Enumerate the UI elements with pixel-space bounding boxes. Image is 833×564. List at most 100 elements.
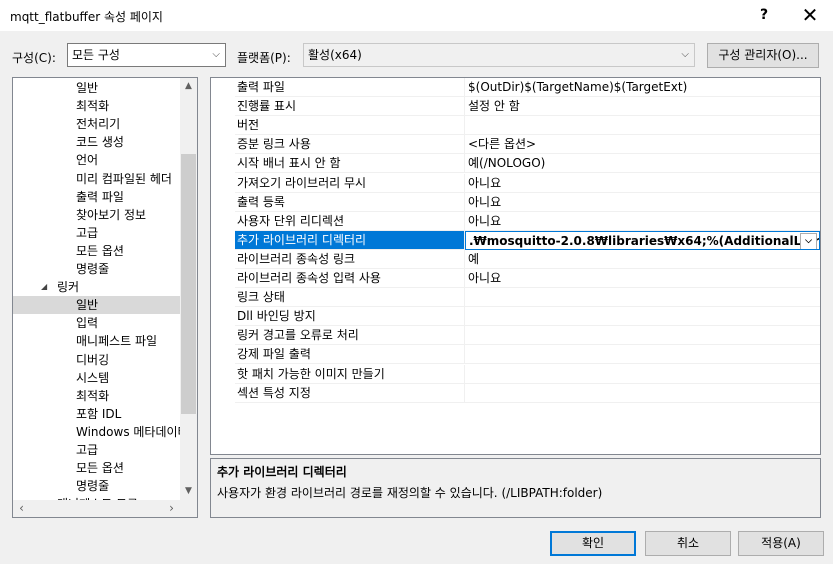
property-row[interactable]: 출력 파일 $(OutDir)$(TargetName)$(TargetExt) xyxy=(211,78,820,97)
tree-item[interactable]: 시스템 xyxy=(13,369,180,387)
tree-item[interactable]: 매니페스트 파일 xyxy=(13,332,180,350)
property-row[interactable]: 링커 경고를 오류로 처리 xyxy=(211,326,820,346)
property-name: 핫 패치 가능한 이미지 만들기 xyxy=(235,364,465,384)
property-row[interactable]: 증분 링크 사용 <다른 옵션> xyxy=(211,135,820,155)
property-value[interactable]: 설정 안 함 xyxy=(465,97,820,117)
property-tree[interactable]: 일반 최적화 전처리기 코드 생성 언어 미리 컴파일된 헤더 출력 파일 찾아보기 정보 고급… xyxy=(12,77,198,518)
tree-horizontal-scrollbar[interactable]: ‹ › xyxy=(13,500,197,517)
scroll-left-icon[interactable]: ‹ xyxy=(13,500,30,517)
tree-item-label: Windows 메타데이터 xyxy=(76,424,180,439)
help-button[interactable]: ? xyxy=(752,2,776,28)
tree-item[interactable]: 명령줄 xyxy=(13,477,180,495)
property-row[interactable]: Dll 바인딩 방지 xyxy=(211,307,820,327)
config-manager-button[interactable]: 구성 관리자(O)... xyxy=(707,43,819,68)
property-row[interactable]: 링크 상태 xyxy=(211,288,820,308)
tree-item[interactable]: 디버깅 xyxy=(13,351,180,369)
property-value[interactable] xyxy=(465,365,820,384)
tree-item[interactable]: 입력 xyxy=(13,314,180,332)
tree-vertical-scrollbar[interactable]: ▲ ▼ xyxy=(180,78,197,500)
tree-item[interactable]: 일반 xyxy=(13,296,180,315)
chevron-down-icon: ⌵ xyxy=(212,49,220,60)
property-row[interactable]: 라이브러리 종속성 입력 사용 아니요 xyxy=(211,269,820,288)
property-value[interactable] xyxy=(465,326,820,346)
ok-button[interactable]: 확인 xyxy=(550,531,636,556)
property-value[interactable] xyxy=(465,384,820,403)
close-button[interactable]: ✕ xyxy=(790,2,830,28)
tree-item[interactable]: 출력 파일 xyxy=(13,188,180,206)
tree-item-label: 고급 xyxy=(76,225,99,240)
tree-item[interactable]: 포함 IDL xyxy=(13,405,180,423)
platform-select[interactable]: 활성(x64) ⌵ xyxy=(303,43,695,67)
tree-item[interactable]: 최적화 xyxy=(13,97,180,115)
property-value-text: 아니요 xyxy=(468,213,502,228)
property-value[interactable] xyxy=(465,288,820,308)
tree-item[interactable]: 최적화 xyxy=(13,387,180,405)
scroll-down-icon[interactable]: ▼ xyxy=(180,483,197,500)
tree-item[interactable]: 미리 컴파일된 헤더 xyxy=(13,170,180,188)
tree-item[interactable]: 언어 xyxy=(13,151,180,169)
tree-item[interactable]: 찾아보기 정보 xyxy=(13,206,180,224)
property-value[interactable]: 아니요 xyxy=(465,193,820,212)
property-name: 라이브러리 종속성 링크 xyxy=(235,249,465,269)
tree-item-label: 시스템 xyxy=(76,370,110,385)
property-value-text: <다른 옵션> xyxy=(468,137,537,152)
property-row[interactable]: 강제 파일 출력 xyxy=(211,345,820,365)
property-value[interactable] xyxy=(465,345,820,365)
property-value[interactable] xyxy=(465,307,820,327)
chevron-down-icon: ⌵ xyxy=(681,49,689,60)
property-name: 사용자 단위 리디렉션 xyxy=(235,211,465,231)
property-name: 시작 배너 표시 안 함 xyxy=(235,154,465,174)
scroll-right-icon[interactable]: › xyxy=(163,500,180,517)
tree-item[interactable]: 전처리기 xyxy=(13,115,180,133)
tree-item-label: 링커 xyxy=(57,280,80,295)
tree-item-label: 전처리기 xyxy=(76,117,121,132)
property-value[interactable]: 예(/NOLOGO) xyxy=(465,154,820,174)
tree-item[interactable]: Windows 메타데이터 xyxy=(13,423,180,441)
apply-button[interactable]: 적용(A) xyxy=(738,531,824,556)
property-value[interactable]: 아니요 xyxy=(465,174,820,193)
property-row[interactable]: 진행률 표시 설정 안 함 xyxy=(211,97,820,117)
tree-item-label: 매니페스트 파일 xyxy=(76,334,158,349)
property-row[interactable]: 라이브러리 종속성 링크 예 xyxy=(211,249,820,269)
cancel-button[interactable]: 취소 xyxy=(645,531,731,556)
tree-item[interactable]: 코드 생성 xyxy=(13,133,180,151)
property-row[interactable]: 시작 배너 표시 안 함 예(/NOLOGO) xyxy=(211,154,820,174)
property-name: 링커 경고를 오류로 처리 xyxy=(235,326,465,346)
tree-item[interactable]: 모든 옵션 xyxy=(13,459,180,477)
property-value[interactable]: 예 xyxy=(465,250,820,269)
tree-item-label: 최적화 xyxy=(76,388,110,403)
expanded-icon[interactable]: ◢ xyxy=(41,278,47,296)
property-value[interactable]: 아니요 xyxy=(465,212,820,231)
scroll-thumb[interactable] xyxy=(181,154,196,414)
property-row[interactable]: 출력 등록 아니요 xyxy=(211,192,820,212)
property-value-text: 아니요 xyxy=(468,271,502,285)
property-grid[interactable]: 출력 파일 $(OutDir)$(TargetName)$(TargetExt) 진… xyxy=(210,77,821,455)
property-row[interactable]: 가져오기 라이브러리 무시 아니요 xyxy=(211,173,820,193)
tree-item[interactable]: 고급 xyxy=(13,441,180,459)
chevron-down-icon[interactable]: ⌵ xyxy=(800,232,817,249)
description-text: 사용자가 환경 라이브러리 경로를 재정의할 수 있습니다. (/LIBPATH… xyxy=(217,486,603,500)
property-value-text: 설정 안 함 xyxy=(468,99,520,114)
property-value[interactable]: .₩mosquitto-2.0.8₩libraries₩x64;%(Additi… xyxy=(465,230,820,250)
tree-item-label: 일반 xyxy=(76,298,99,313)
property-value[interactable]: $(OutDir)$(TargetName)$(TargetExt) xyxy=(465,78,820,97)
property-row[interactable]: 섹션 특성 지정 xyxy=(211,383,820,403)
property-row[interactable]: 추가 라이브러리 디렉터리 .₩mosquitto-2.0.8₩libraries… xyxy=(211,230,820,250)
config-select[interactable]: 모든 구성 ⌵ xyxy=(67,43,226,67)
property-row[interactable]: 핫 패치 가능한 이미지 만들기 xyxy=(211,364,820,384)
tree-item[interactable]: ◢ 링커 xyxy=(13,278,180,296)
tree-item[interactable]: 명령줄 xyxy=(13,260,180,278)
tree-item-label: 입력 xyxy=(76,316,99,331)
property-name: 출력 등록 xyxy=(235,192,465,212)
tree-item[interactable]: 고급 xyxy=(13,224,180,242)
tree-item[interactable]: 일반 xyxy=(13,79,180,97)
tree-item-label: 일반 xyxy=(76,81,99,95)
property-row[interactable]: 버전 xyxy=(211,116,820,136)
property-row[interactable]: 사용자 단위 리디렉션 아니요 xyxy=(211,211,820,231)
tree-item-label: 최적화 xyxy=(76,99,110,114)
tree-item[interactable]: 모든 옵션 xyxy=(13,242,180,260)
scroll-up-icon[interactable]: ▲ xyxy=(180,78,197,95)
property-value[interactable]: 아니요 xyxy=(465,269,820,288)
property-value[interactable] xyxy=(465,116,820,136)
property-value[interactable]: <다른 옵션> xyxy=(465,135,820,155)
